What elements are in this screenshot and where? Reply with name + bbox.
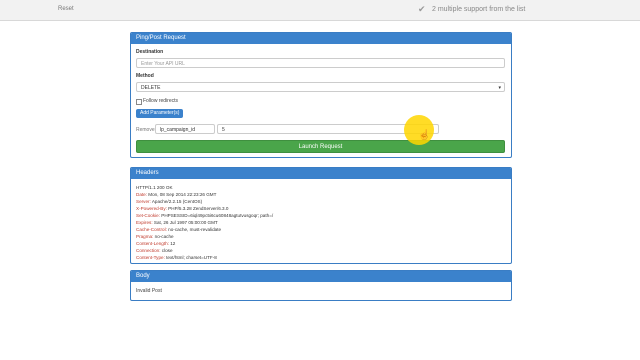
destination-label: Destination	[136, 49, 164, 55]
remove-parameter-button[interactable]: Remove	[136, 127, 155, 133]
request-panel-title: Ping/Post Request	[131, 33, 511, 44]
destination-input[interactable]: Enter Your API URL	[136, 58, 505, 68]
top-bar: Reset ✔ 2 multiple support from the list	[0, 0, 640, 21]
method-select-value: DELETE	[141, 85, 161, 91]
body-panel: Body Invalid Post	[130, 270, 512, 301]
top-bar-status-text: 2 multiple support from the list	[432, 6, 526, 13]
param-name-input[interactable]: lp_campaign_id	[155, 124, 215, 134]
method-label: Method	[136, 73, 154, 79]
chevron-down-icon: ▾	[498, 85, 501, 91]
header-line: Date: Mon, 08 Sep 2014 22:23:26 GMT	[136, 192, 217, 197]
header-line: Expires: Sat, 26 Jul 1997 05:00:00 GMT	[136, 220, 218, 225]
body-panel-title: Body	[131, 271, 511, 282]
header-line: Connection: close	[136, 248, 173, 253]
request-panel: Ping/Post Request Destination Enter Your…	[130, 32, 512, 158]
check-icon: ✔	[418, 4, 426, 14]
follow-redirects-label: Follow redirects	[143, 98, 179, 104]
headers-panel: Headers HTTP/1.1 200 OK Date: Mon, 08 Se…	[130, 167, 512, 264]
follow-redirects-checkbox[interactable]	[136, 99, 142, 105]
header-line: HTTP/1.1 200 OK	[136, 185, 173, 190]
hand-pointer-icon: ☝	[418, 130, 431, 141]
header-line: Pragma: no-cache	[136, 234, 174, 239]
launch-request-button[interactable]: Launch Request	[136, 140, 505, 153]
body-content: Invalid Post	[136, 288, 162, 294]
add-parameter-button[interactable]: Add Parameter(s)	[136, 109, 184, 118]
reset-link[interactable]: Reset	[58, 6, 74, 12]
header-line: Set-Cookie: PHPSESSID=6iql49pc5i6cu60848…	[136, 213, 274, 218]
header-line: Content-Length: 12	[136, 241, 176, 246]
header-line: X-Powered-By: PHP/5.3.28 ZendServer/6.3.…	[136, 206, 229, 211]
header-line: Content-Type: text/html; charset=UTF-8	[136, 255, 217, 260]
header-line: Cache-Control: no-cache, must-revalidate	[136, 227, 222, 232]
header-line: Server: Apache/2.2.15 (CentOS)	[136, 199, 203, 204]
method-select[interactable]: DELETE ▾	[136, 82, 505, 92]
headers-panel-title: Headers	[131, 168, 511, 179]
